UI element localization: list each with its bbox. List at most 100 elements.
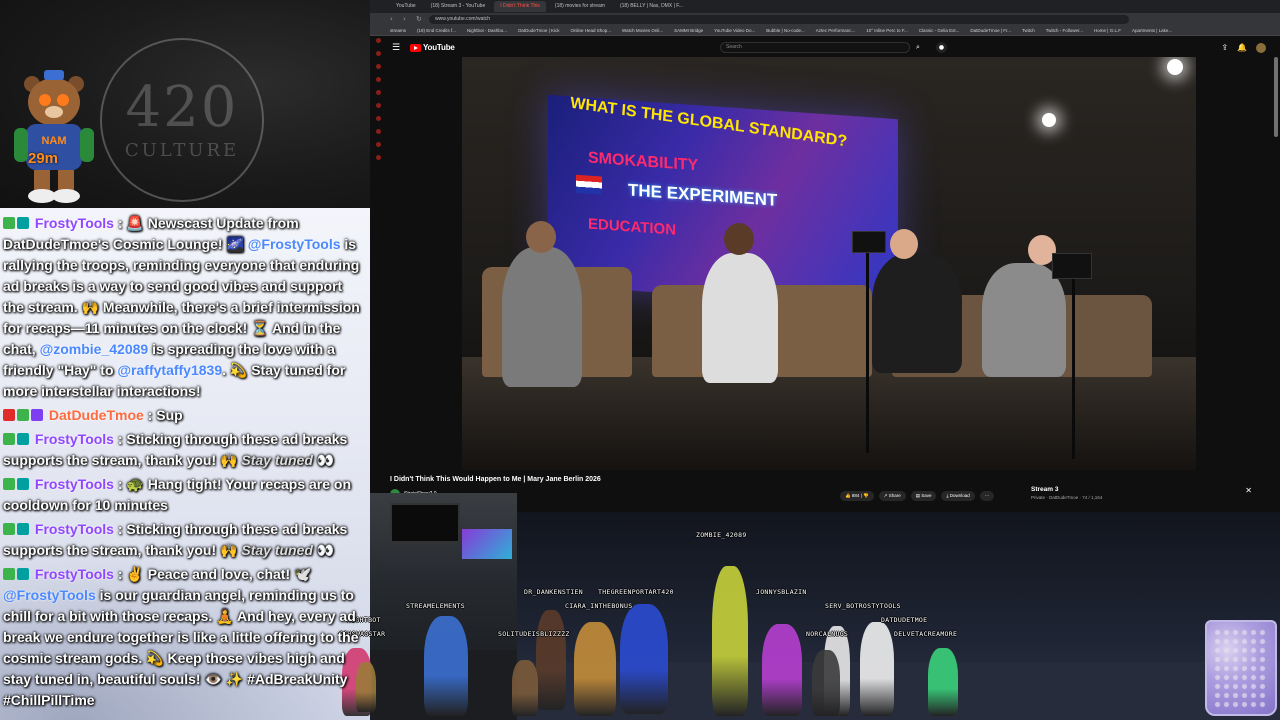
sidebar-app-icon[interactable] xyxy=(375,103,381,108)
bookmark-item[interactable]: Twitch xyxy=(1022,28,1035,33)
chat-text: Stay tuned xyxy=(241,542,313,558)
reload-icon[interactable]: ↻ xyxy=(416,15,423,23)
stream-brand-panel: 420 CULTURE NAM 29m xyxy=(0,0,370,208)
sidebar-app-icon[interactable] xyxy=(375,129,381,134)
like-button[interactable]: 👍 884 | 👎 xyxy=(840,491,874,501)
character-sprite-icon xyxy=(424,616,468,716)
bookmark-item[interactable]: Home | G.L.F xyxy=(1094,28,1121,33)
scrollbar[interactable] xyxy=(1274,57,1278,137)
playlist-title[interactable]: Stream 3 xyxy=(1031,486,1058,493)
panelist-head xyxy=(724,223,754,255)
sidebar-app-icon[interactable] xyxy=(375,51,381,56)
menu-icon[interactable]: ☰ xyxy=(392,43,402,53)
character-sprite-icon xyxy=(928,648,958,716)
sidebar-app-icon[interactable] xyxy=(375,155,381,160)
bookmark-item[interactable]: YouTube Video Do... xyxy=(714,28,755,33)
camera xyxy=(852,231,886,253)
character-name-label: JONNYSBLAZIN xyxy=(756,588,807,596)
badge-icon xyxy=(17,409,29,421)
download-label: Download xyxy=(949,493,970,498)
chat-text: : ✌️ Peace and love, chat! 🕊️ xyxy=(113,566,312,582)
browser-tab-active[interactable]: I Didn't Think This xyxy=(494,1,546,12)
chat-username[interactable]: FrostyTools xyxy=(35,476,114,492)
slide-line: SMOKABILITY xyxy=(588,149,699,175)
chat-text: : Sup xyxy=(143,407,183,423)
youtube-logo[interactable]: YouTube xyxy=(410,43,455,52)
bookmark-item[interactable]: (18) End Credits f... xyxy=(417,28,456,33)
stage-light xyxy=(1167,59,1183,75)
bookmark-item[interactable]: SAMMI Bridge xyxy=(674,28,703,33)
bookmark-item[interactable]: Twitch - Follower... xyxy=(1046,28,1083,33)
badge-icon xyxy=(3,568,15,580)
character-name-label: STREAMELEMENTS xyxy=(406,602,465,610)
notifications-icon[interactable]: 🔔 xyxy=(1237,42,1247,53)
browser-tab[interactable]: (18) movies for stream xyxy=(549,1,611,12)
bookmark-item[interactable]: Classic - Gelia Ext... xyxy=(919,28,960,33)
panelist xyxy=(702,253,778,383)
bookmark-item[interactable]: DatDudeTmoe | Fr... xyxy=(970,28,1011,33)
avatar[interactable] xyxy=(1256,42,1266,53)
bookmark-item[interactable]: DatDudeTmoe | Kick xyxy=(518,28,559,33)
forward-icon[interactable]: › xyxy=(403,15,410,23)
sidebar-app-icon[interactable] xyxy=(375,77,381,82)
chat-username[interactable]: FrostyTools xyxy=(35,431,114,447)
bookmark-item[interactable]: Bubble | No-code... xyxy=(766,28,804,33)
webcam-monitor xyxy=(390,503,460,543)
share-label: Share xyxy=(888,493,901,498)
back-icon[interactable]: ‹ xyxy=(390,15,397,23)
badge-icon xyxy=(3,478,15,490)
browser-sidebar xyxy=(373,38,383,198)
chat-username[interactable]: FrostyTools xyxy=(35,215,114,231)
bookmark-item[interactable]: Aztec Performanc... xyxy=(816,28,856,33)
chat-mention[interactable]: @zombie_42089 xyxy=(40,341,149,357)
character-name-label: DATDUDETMOE xyxy=(881,616,928,624)
browser-tab[interactable]: (18) BELLY | Nas, DMX | F... xyxy=(614,1,689,12)
mic-icon[interactable]: ● xyxy=(936,42,947,53)
bookmarks-bar: streams (18) End Credits f... Nightbot - D… xyxy=(370,25,1280,36)
character-sprite-icon xyxy=(712,566,748,716)
save-button[interactable]: ▤ Save xyxy=(910,491,937,501)
more-icon[interactable]: ⋯ xyxy=(979,491,995,501)
browser-tab[interactable]: (18) Stream 3 - YouTube xyxy=(425,1,492,12)
url-field[interactable]: www.youtube.com/watch xyxy=(429,14,1129,24)
chat-username[interactable]: DatDudeTmoe xyxy=(49,407,144,423)
panelist xyxy=(502,247,582,387)
badge-icon xyxy=(31,409,43,421)
bookmark-item[interactable]: Nightbot - Dashbo... xyxy=(467,28,507,33)
logo-word: CULTURE xyxy=(124,139,240,161)
character-sprite-icon xyxy=(536,610,566,710)
chat-text: Stay tuned xyxy=(241,452,313,468)
video-player[interactable]: WHAT IS THE GLOBAL STANDARD? SMOKABILITY… xyxy=(462,57,1196,470)
chat-panel: FrostyTools : 🚨 Newscast Update from Dat… xyxy=(0,208,370,720)
badge-icon xyxy=(3,523,15,535)
close-icon[interactable]: ✕ xyxy=(1245,486,1252,495)
sidebar-app-icon[interactable] xyxy=(375,64,381,69)
bot-badge-icon xyxy=(17,478,29,490)
culture-logo: 420 CULTURE xyxy=(100,38,264,202)
video-actions: 👍 884 | 👎 ↗ Share ▤ Save ⤓ Download ⋯ xyxy=(840,491,995,501)
bookmark-item[interactable]: Online Head Shop... xyxy=(571,28,612,33)
search-input[interactable]: Search xyxy=(720,42,910,53)
chat-username[interactable]: FrostyTools xyxy=(35,566,114,582)
bookmark-item[interactable]: 10° Inline Perc to F... xyxy=(866,28,908,33)
browser-tab[interactable]: YouTube xyxy=(390,1,422,12)
sidebar-app-icon[interactable] xyxy=(375,116,381,121)
download-button[interactable]: ⤓ Download xyxy=(941,491,975,501)
share-button[interactable]: ↗ Share xyxy=(878,491,906,501)
chat-mention[interactable]: @FrostyTools xyxy=(3,587,96,603)
search-icon[interactable]: ⌕ xyxy=(912,42,924,53)
chat-mention[interactable]: @raffytaffy1839 xyxy=(117,362,222,378)
bookmark-item[interactable]: Watch Movies Onli... xyxy=(622,28,663,33)
panelist xyxy=(982,263,1066,377)
chat-text: 👀 xyxy=(312,542,335,558)
chat-mention[interactable]: @FrostyTools xyxy=(248,236,341,252)
upload-icon[interactable]: ⇪ xyxy=(1221,42,1228,53)
bookmark-item[interactable]: Apartments | Lake... xyxy=(1132,28,1172,33)
bookmark-item[interactable]: streams xyxy=(390,28,406,33)
sidebar-app-icon[interactable] xyxy=(375,90,381,95)
gumball-jar-icon xyxy=(1205,620,1277,716)
sidebar-app-icon[interactable] xyxy=(375,142,381,147)
sidebar-app-icon[interactable] xyxy=(375,38,381,43)
character-sprite-icon xyxy=(620,604,668,714)
chat-username[interactable]: FrostyTools xyxy=(35,521,114,537)
